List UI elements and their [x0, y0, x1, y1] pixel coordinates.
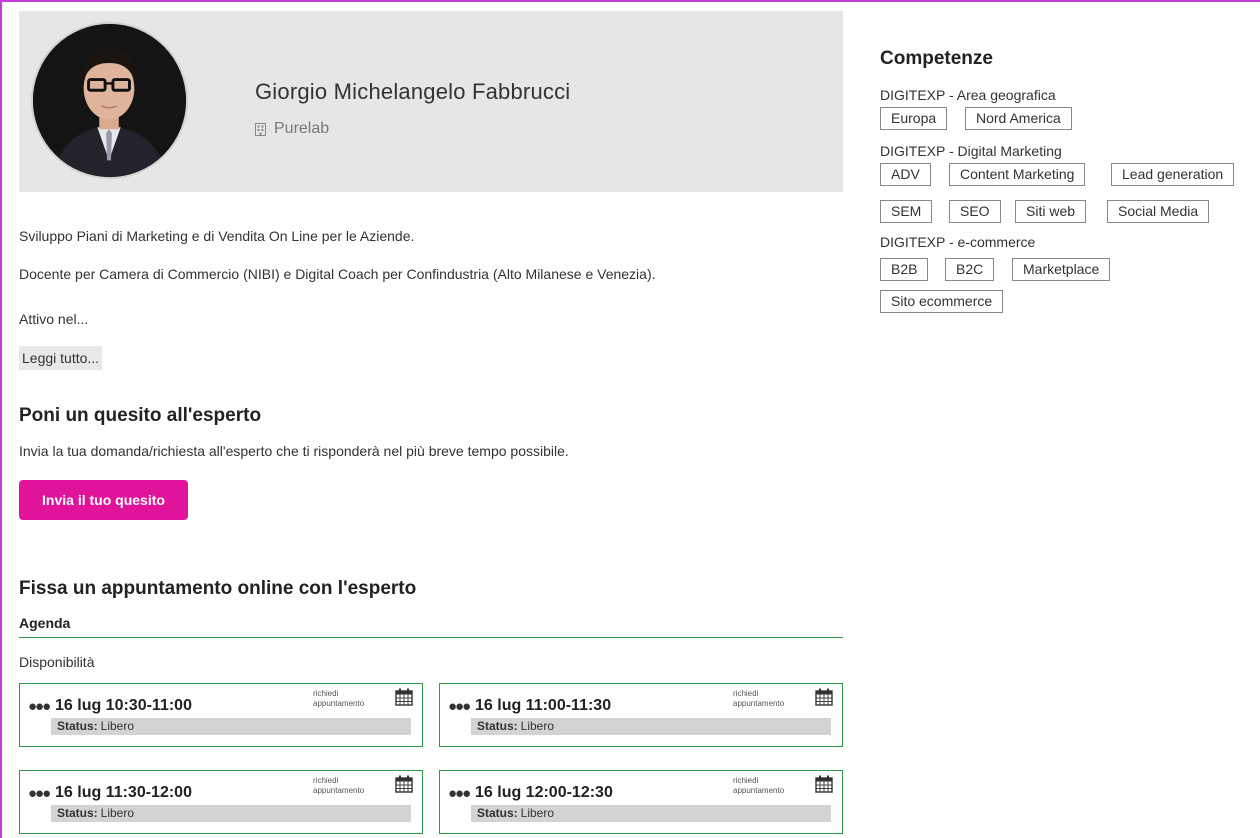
- skill-tag[interactable]: B2C: [945, 258, 995, 281]
- company-name: Purelab: [274, 120, 330, 137]
- profile-name: Giorgio Michelangelo Fabbrucci: [255, 79, 571, 104]
- request-label: richiedi: [733, 776, 759, 785]
- skill-tag[interactable]: Content Marketing: [949, 163, 1086, 186]
- bio-line: Docente per Camera di Commercio (NIBI) e…: [19, 266, 656, 282]
- request-label: appuntamento: [313, 786, 365, 795]
- skill-tag[interactable]: SEM: [880, 200, 933, 223]
- skill-tag[interactable]: Social Media: [1107, 200, 1210, 223]
- avatar: [31, 22, 188, 179]
- agenda-divider: [19, 637, 843, 638]
- request-label: richiedi: [313, 689, 339, 698]
- skill-tag[interactable]: ADV: [880, 163, 931, 186]
- slot-status: Status: Libero: [51, 718, 411, 735]
- slot-time: 16 lug 10:30-11:00: [55, 697, 192, 714]
- calendar-icon[interactable]: [815, 775, 833, 793]
- more-dots-icon[interactable]: ●●●: [28, 699, 51, 714]
- skill-tag[interactable]: B2B: [880, 258, 929, 281]
- send-question-button[interactable]: Invia il tuo quesito: [19, 480, 188, 520]
- slot-status: Status: Libero: [471, 805, 831, 822]
- status-value: Libero: [520, 806, 555, 820]
- skill-tag[interactable]: Lead generation: [1111, 163, 1235, 186]
- profile-header: Giorgio Michelangelo Fabbrucci Purelab: [19, 11, 843, 192]
- calendar-icon[interactable]: [395, 775, 413, 793]
- status-value: Libero: [520, 719, 555, 733]
- agenda-label: Agenda: [19, 615, 71, 631]
- appointment-slot[interactable]: ●●● 16 lug 12:00-12:30 richiedi appuntament…: [439, 770, 843, 834]
- skill-tag[interactable]: Europa: [880, 107, 948, 130]
- skill-tag[interactable]: Sito ecommerce: [880, 290, 1004, 313]
- slot-time: 16 lug 11:30-12:00: [55, 784, 192, 801]
- request-label: richiedi: [733, 689, 759, 698]
- skill-category: DIGITEXP - Area geografica: [880, 87, 1056, 103]
- building-icon: [255, 122, 266, 136]
- profile-company: Purelab: [255, 120, 329, 138]
- skill-tag[interactable]: Nord America: [965, 107, 1072, 130]
- request-appointment-link[interactable]: richiedi appuntamento: [313, 776, 383, 796]
- slot-status: Status: Libero: [51, 805, 411, 822]
- slot-status: Status: Libero: [471, 718, 831, 735]
- skill-tag[interactable]: SEO: [949, 200, 1001, 223]
- ask-expert-title: Poni un quesito all'esperto: [19, 405, 262, 426]
- request-label: richiedi: [313, 776, 339, 785]
- calendar-icon[interactable]: [395, 688, 413, 706]
- request-appointment-link[interactable]: richiedi appuntamento: [313, 689, 383, 709]
- skill-tag[interactable]: Siti web: [1015, 200, 1087, 223]
- appointment-title: Fissa un appuntamento online con l'esper…: [19, 578, 417, 599]
- more-dots-icon[interactable]: ●●●: [448, 699, 471, 714]
- status-label: Status:: [57, 806, 98, 820]
- availability-label: Disponibilità: [19, 654, 95, 670]
- more-dots-icon[interactable]: ●●●: [448, 786, 471, 801]
- status-value: Libero: [100, 719, 135, 733]
- slot-time: 16 lug 12:00-12:30: [475, 784, 613, 801]
- status-label: Status:: [477, 719, 518, 733]
- status-label: Status:: [57, 719, 98, 733]
- status-value: Libero: [100, 806, 135, 820]
- skill-tag[interactable]: Marketplace: [1012, 258, 1111, 281]
- skill-category: DIGITEXP - e-commerce: [880, 234, 1036, 250]
- status-label: Status:: [477, 806, 518, 820]
- more-dots-icon[interactable]: ●●●: [28, 786, 51, 801]
- skills-title: Competenze: [880, 48, 993, 69]
- ask-expert-description: Invia la tua domanda/richiesta all'esper…: [19, 443, 569, 459]
- request-label: appuntamento: [313, 699, 365, 708]
- appointment-slot[interactable]: ●●● 16 lug 10:30-11:00 richiedi appuntament…: [19, 683, 423, 747]
- request-appointment-link[interactable]: richiedi appuntamento: [733, 776, 803, 796]
- bio-line: Attivo nel...: [19, 311, 89, 327]
- request-label: appuntamento: [733, 699, 785, 708]
- skill-category: DIGITEXP - Digital Marketing: [880, 143, 1062, 159]
- request-label: appuntamento: [733, 786, 785, 795]
- appointment-slot[interactable]: ●●● 16 lug 11:00-11:30 richiedi appuntament…: [439, 683, 843, 747]
- read-more-button[interactable]: Leggi tutto...: [19, 346, 103, 370]
- slot-time: 16 lug 11:00-11:30: [475, 697, 612, 714]
- request-appointment-link[interactable]: richiedi appuntamento: [733, 689, 803, 709]
- calendar-icon[interactable]: [815, 688, 833, 706]
- appointment-slot[interactable]: ●●● 16 lug 11:30-12:00 richiedi appuntament…: [19, 770, 423, 834]
- bio-line: Sviluppo Piani di Marketing e di Vendita…: [19, 228, 415, 244]
